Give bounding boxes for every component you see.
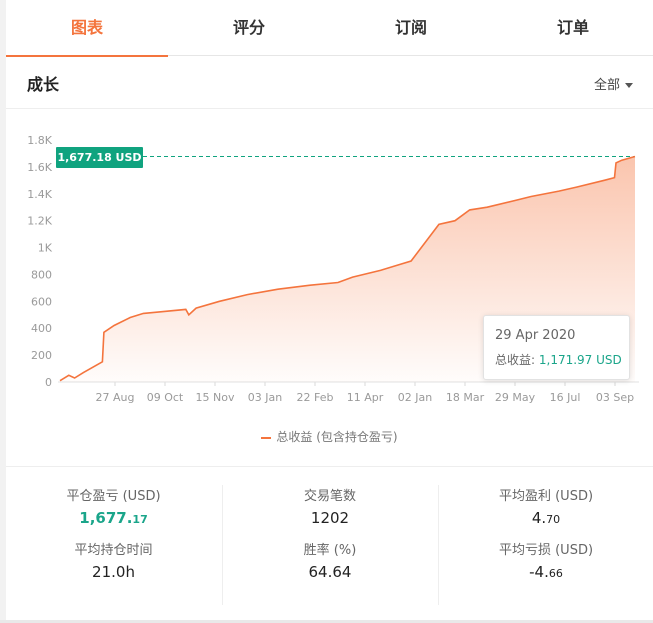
chart-tooltip: 29 Apr 2020 总收益: 1,171.97 USD xyxy=(483,315,630,380)
stat-label: 平均持仓时间 xyxy=(74,543,153,558)
stat-dec: 17 xyxy=(132,513,148,526)
x-tick-label: 11 Apr xyxy=(347,391,384,404)
stat-int: 64.64 xyxy=(308,563,352,581)
stat-win-rate: 64.64 xyxy=(223,563,437,593)
section-header: 成长 全部 xyxy=(6,57,653,109)
stats-column-2: 交易笔数 1202 胜率 (%) 64.64 xyxy=(222,485,437,605)
tab-orders[interactable]: 订单 xyxy=(492,0,653,56)
y-tick-label: 1.8K xyxy=(27,134,52,147)
y-tick-label: 1.2K xyxy=(27,215,52,228)
x-tick-label: 22 Feb xyxy=(297,391,334,404)
x-tick-label: 03 Sep xyxy=(596,391,634,404)
stat-label: 胜率 (%) xyxy=(303,543,357,558)
stat-int: -4. xyxy=(529,563,549,581)
y-tick-label: 200 xyxy=(31,349,52,362)
stats-column-1: 平仓盈亏 (USD) 1,677.17 平均持仓时间 21.0h xyxy=(6,485,221,605)
caret-down-icon xyxy=(625,83,633,88)
stat-int: 4. xyxy=(531,509,547,527)
tooltip-date: 29 Apr 2020 xyxy=(495,328,576,343)
stat-dec: 66 xyxy=(548,567,563,580)
section-title: 成长 xyxy=(27,75,60,94)
tooltip-label: 总收益: xyxy=(495,353,536,367)
x-tick-label: 29 May xyxy=(495,391,536,404)
x-tick-label: 02 Jan xyxy=(398,391,432,404)
y-tick-label: 600 xyxy=(31,295,52,308)
x-tick-label: 03 Jan xyxy=(248,391,282,404)
stat-avg-loss: -4.66 xyxy=(439,563,653,593)
stat-avg-profit: 4.70 xyxy=(439,509,653,539)
tab-rating[interactable]: 评分 xyxy=(168,0,330,56)
signal-card: 图表 评分 订阅 订单 成长 全部 0 200 400 600 800 1K 1.2K 1.4… xyxy=(6,0,653,620)
legend-label: 总收益 (包含持仓盈亏) xyxy=(276,430,398,444)
chart-legend[interactable]: 总收益 (包含持仓盈亏) xyxy=(6,428,653,445)
y-tick-label: 800 xyxy=(31,268,52,281)
y-tick-label: 1K xyxy=(38,242,53,255)
stats-column-3: 平均盈利 (USD) 4.70 平均亏损 (USD) -4.66 xyxy=(438,485,653,605)
stats-panel: 平仓盈亏 (USD) 1,677.17 平均持仓时间 21.0h 交易笔数 12… xyxy=(6,467,653,620)
stat-int: 1,677. xyxy=(79,509,133,527)
x-tick-label: 16 Jul xyxy=(550,391,581,404)
stat-avg-hold-time: 21.0h xyxy=(6,563,221,593)
stat-label: 平均亏损 (USD) xyxy=(498,543,594,558)
stat-trade-count: 1202 xyxy=(223,509,437,539)
x-tick-label: 27 Aug xyxy=(96,391,135,404)
y-axis: 0 200 400 600 800 1K 1.2K 1.4K 1.6K 1.8K xyxy=(27,134,52,389)
tab-bar: 图表 评分 订阅 订单 xyxy=(6,0,653,57)
stat-int: 21.0h xyxy=(92,563,135,581)
stat-int: 1202 xyxy=(310,509,350,527)
tooltip-row: 总收益: 1,171.97 USD xyxy=(495,351,629,368)
x-axis: 27 Aug 09 Oct 15 Nov 03 Jan 22 Feb 11 Apr 02 J… xyxy=(96,382,634,404)
tooltip-value: 1,171.97 USD xyxy=(538,353,622,367)
stat-closed-pnl: 1,677.17 xyxy=(6,509,221,539)
range-dropdown[interactable]: 全部 xyxy=(594,74,633,93)
tab-subscribe[interactable]: 订阅 xyxy=(330,0,492,56)
tab-chart[interactable]: 图表 xyxy=(6,0,168,57)
legend-swatch xyxy=(261,436,272,439)
y-tick-label: 1.6K xyxy=(27,161,52,174)
x-tick-label: 09 Oct xyxy=(147,391,184,404)
range-label: 全部 xyxy=(593,78,620,93)
stat-dec: 70 xyxy=(546,513,561,526)
y-tick-label: 1.4K xyxy=(27,188,52,201)
y-tick-label: 400 xyxy=(31,322,52,335)
y-tick-label: 0 xyxy=(45,376,52,389)
x-tick-label: 18 Mar xyxy=(446,391,485,404)
stat-label: 平均盈利 (USD) xyxy=(498,489,594,504)
stat-label: 平仓盈亏 (USD) xyxy=(66,489,161,504)
x-tick-label: 15 Nov xyxy=(196,391,235,404)
stat-label: 交易笔数 xyxy=(303,489,356,504)
current-value-tag: 1,677.18 USD xyxy=(56,147,143,168)
